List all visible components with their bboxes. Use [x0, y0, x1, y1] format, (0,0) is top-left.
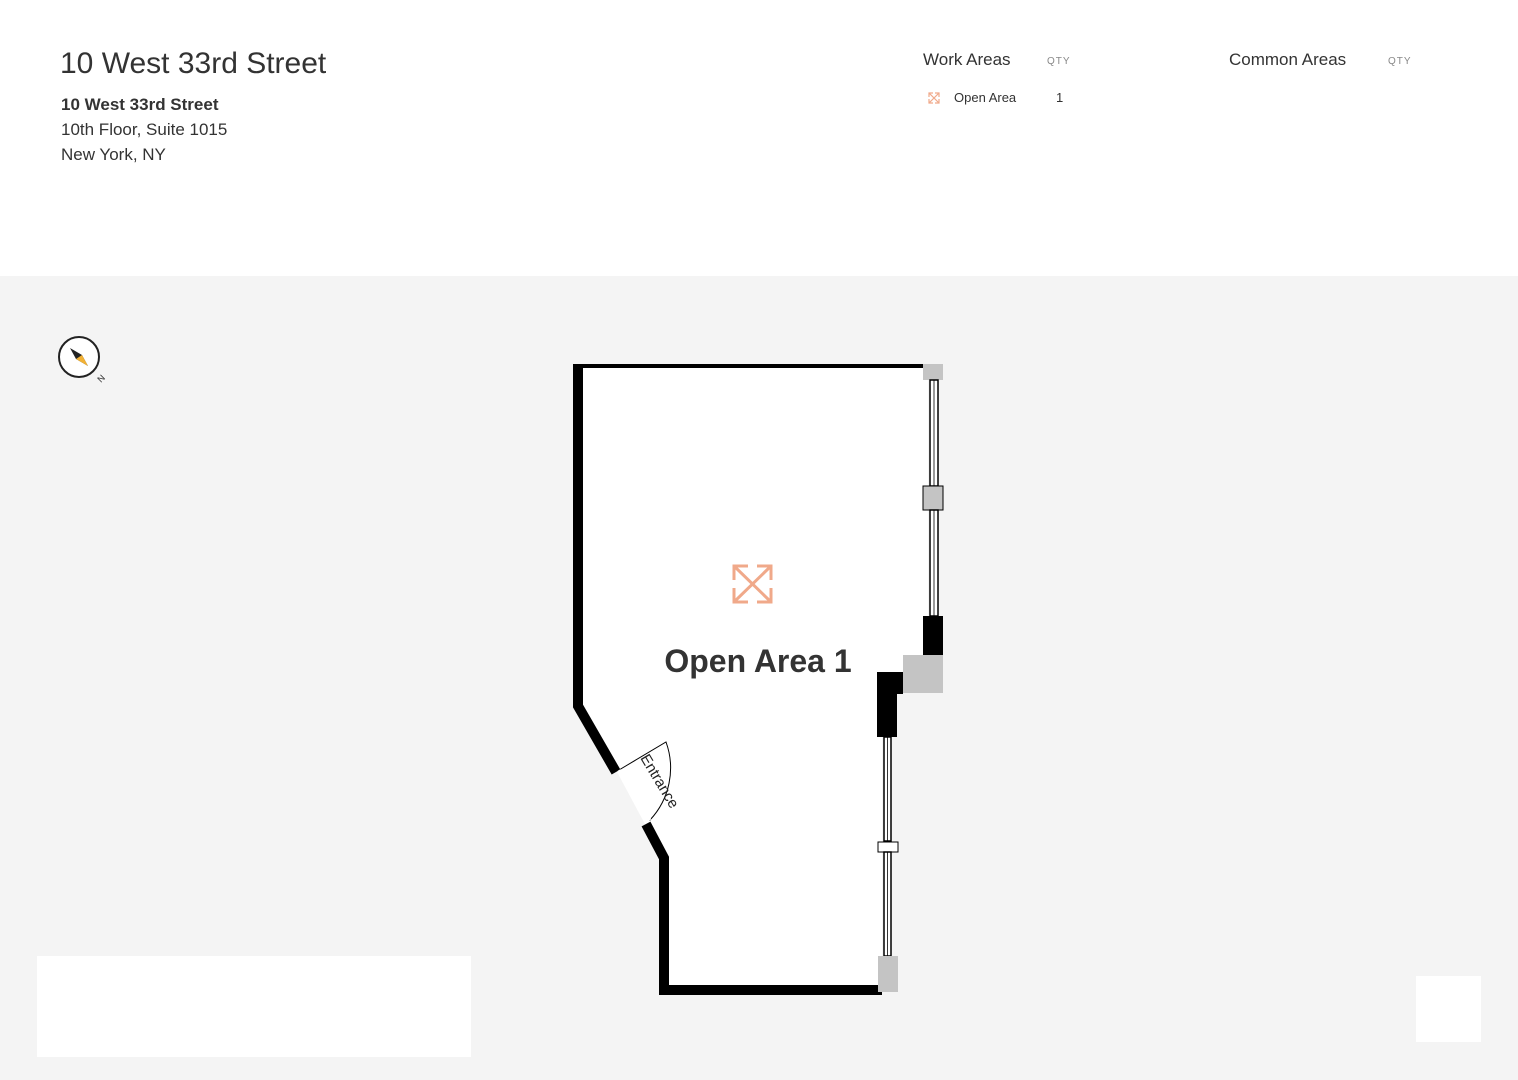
room-label: Open Area 1 [664, 643, 851, 679]
address-line-1: 10 West 33rd Street [61, 95, 219, 114]
compass-north-label: N [95, 373, 107, 385]
page-title: 10 West 33rd Street [60, 47, 327, 80]
legend-item-qty: 1 [1056, 90, 1064, 105]
work-areas-heading: Work Areas [923, 50, 1011, 69]
common-areas-heading: Common Areas [1229, 50, 1347, 69]
expand-arrows-icon [928, 92, 940, 104]
floor-plan-area: N Entrance Open Area 1 [0, 276, 1518, 1080]
logo-placeholder [1416, 976, 1481, 1042]
info-panel [37, 956, 471, 1057]
legend-item-label: Open Area [954, 90, 1017, 105]
common-areas-qty-label: QTY [1388, 56, 1412, 67]
work-areas-qty-label: QTY [1047, 56, 1071, 67]
address-line-3: New York, NY [61, 145, 166, 164]
header: 10 West 33rd Street 10 West 33rd Street … [0, 0, 1518, 276]
compass-icon: N [58, 336, 107, 385]
address-line-2: 10th Floor, Suite 1015 [61, 120, 228, 139]
